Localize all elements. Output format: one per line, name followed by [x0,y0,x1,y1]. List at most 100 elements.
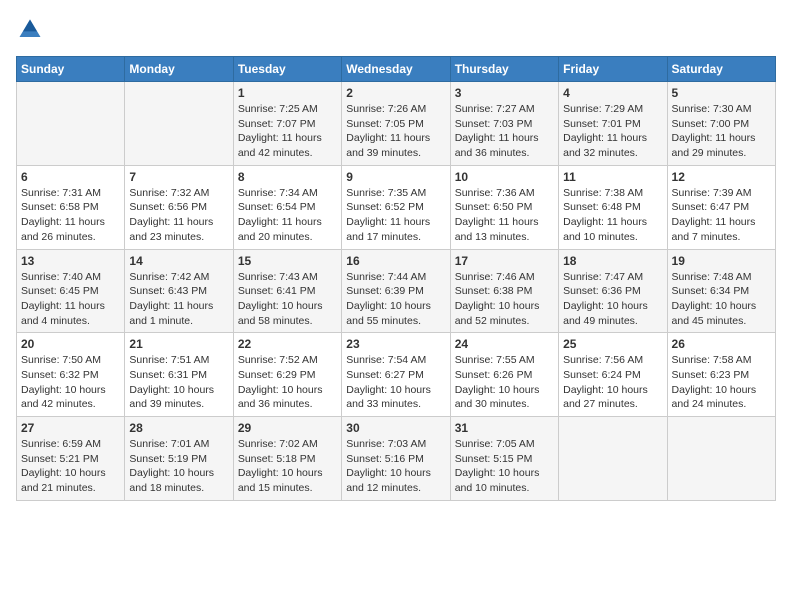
day-number: 14 [129,254,228,268]
day-number: 20 [21,337,120,351]
page-header [16,16,776,44]
day-detail: Sunrise: 7:47 AM Sunset: 6:36 PM Dayligh… [563,270,662,329]
day-detail: Sunrise: 7:48 AM Sunset: 6:34 PM Dayligh… [672,270,771,329]
col-header-friday: Friday [559,57,667,82]
col-header-sunday: Sunday [17,57,125,82]
calendar-cell: 13Sunrise: 7:40 AM Sunset: 6:45 PM Dayli… [17,249,125,333]
day-detail: Sunrise: 7:25 AM Sunset: 7:07 PM Dayligh… [238,102,337,161]
day-number: 4 [563,86,662,100]
calendar-cell: 11 Sunrise: 7:38 AM Sunset: 6:48 PM Dayli… [559,165,667,249]
calendar-cell: 22Sunrise: 7:52 AM Sunset: 6:29 PM Dayli… [233,333,341,417]
day-detail: Sunrise: 7:26 AM Sunset: 7:05 PM Dayligh… [346,102,445,161]
calendar-cell: 5 Sunrise: 7:30 AM Sunset: 7:00 PM Daylig… [667,82,775,166]
day-number: 8 [238,170,337,184]
day-detail: Sunrise: 7:36 AM Sunset: 6:50 PM Dayligh… [455,186,554,245]
day-detail: Sunrise: 7:39 AM Sunset: 6:47 PM Dayligh… [672,186,771,245]
logo-icon [16,16,44,44]
calendar-cell: 19 Sunrise: 7:48 AM Sunset: 6:34 PM Dayli… [667,249,775,333]
day-number: 16 [346,254,445,268]
day-number: 23 [346,337,445,351]
calendar-cell: 30Sunrise: 7:03 AM Sunset: 5:16 PM Dayli… [342,417,450,501]
day-number: 1 [238,86,337,100]
day-detail: Sunrise: 7:03 AM Sunset: 5:16 PM Dayligh… [346,437,445,496]
calendar-cell: 15 Sunrise: 7:43 AM Sunset: 6:41 PM Dayli… [233,249,341,333]
day-number: 6 [21,170,120,184]
col-header-thursday: Thursday [450,57,558,82]
calendar-cell [667,417,775,501]
day-number: 26 [672,337,771,351]
calendar-cell: 6 Sunrise: 7:31 AM Sunset: 6:58 PM Daylig… [17,165,125,249]
calendar-cell: 29 Sunrise: 7:02 AM Sunset: 5:18 PM Dayli… [233,417,341,501]
day-detail: Sunrise: 7:35 AM Sunset: 6:52 PM Dayligh… [346,186,445,245]
day-number: 9 [346,170,445,184]
calendar-cell: 21Sunrise: 7:51 AM Sunset: 6:31 PM Dayli… [125,333,233,417]
calendar-cell: 25Sunrise: 7:56 AM Sunset: 6:24 PM Dayli… [559,333,667,417]
day-detail: Sunrise: 7:58 AM Sunset: 6:23 PM Dayligh… [672,353,771,412]
calendar-cell [559,417,667,501]
calendar-cell: 26 Sunrise: 7:58 AM Sunset: 6:23 PM Dayli… [667,333,775,417]
day-detail: Sunrise: 7:05 AM Sunset: 5:15 PM Dayligh… [455,437,554,496]
day-detail: Sunrise: 7:43 AM Sunset: 6:41 PM Dayligh… [238,270,337,329]
day-detail: Sunrise: 7:31 AM Sunset: 6:58 PM Dayligh… [21,186,120,245]
day-detail: Sunrise: 7:55 AM Sunset: 6:26 PM Dayligh… [455,353,554,412]
day-number: 11 [563,170,662,184]
calendar-cell: 1 Sunrise: 7:25 AM Sunset: 7:07 PM Daylig… [233,82,341,166]
calendar-cell: 27 Sunrise: 6:59 AM Sunset: 5:21 PM Dayli… [17,417,125,501]
calendar-cell: 14 Sunrise: 7:42 AM Sunset: 6:43 PM Dayli… [125,249,233,333]
day-detail: Sunrise: 7:27 AM Sunset: 7:03 PM Dayligh… [455,102,554,161]
calendar-cell: 9 Sunrise: 7:35 AM Sunset: 6:52 PM Daylig… [342,165,450,249]
day-number: 22 [238,337,337,351]
calendar-cell [17,82,125,166]
calendar-cell: 24 Sunrise: 7:55 AM Sunset: 6:26 PM Dayli… [450,333,558,417]
day-number: 13 [21,254,120,268]
day-number: 27 [21,421,120,435]
calendar-cell: 16 Sunrise: 7:44 AM Sunset: 6:39 PM Dayli… [342,249,450,333]
logo [16,16,48,44]
calendar-cell: 20 Sunrise: 7:50 AM Sunset: 6:32 PM Dayli… [17,333,125,417]
day-detail: Sunrise: 7:02 AM Sunset: 5:18 PM Dayligh… [238,437,337,496]
col-header-tuesday: Tuesday [233,57,341,82]
day-number: 7 [129,170,228,184]
day-number: 19 [672,254,771,268]
calendar-cell: 28 Sunrise: 7:01 AM Sunset: 5:19 PM Dayli… [125,417,233,501]
calendar-cell: 12 Sunrise: 7:39 AM Sunset: 6:47 PM Dayli… [667,165,775,249]
calendar-cell: 31 Sunrise: 7:05 AM Sunset: 5:15 PM Dayli… [450,417,558,501]
col-header-wednesday: Wednesday [342,57,450,82]
day-number: 18 [563,254,662,268]
calendar-table: SundayMondayTuesdayWednesdayThursdayFrid… [16,56,776,501]
day-detail: Sunrise: 7:46 AM Sunset: 6:38 PM Dayligh… [455,270,554,329]
day-detail: Sunrise: 7:50 AM Sunset: 6:32 PM Dayligh… [21,353,120,412]
calendar-cell: 3Sunrise: 7:27 AM Sunset: 7:03 PM Daylig… [450,82,558,166]
calendar-cell: 7 Sunrise: 7:32 AM Sunset: 6:56 PM Daylig… [125,165,233,249]
calendar-cell: 4 Sunrise: 7:29 AM Sunset: 7:01 PM Daylig… [559,82,667,166]
day-detail: Sunrise: 7:01 AM Sunset: 5:19 PM Dayligh… [129,437,228,496]
day-number: 31 [455,421,554,435]
day-number: 5 [672,86,771,100]
calendar-cell: 18 Sunrise: 7:47 AM Sunset: 6:36 PM Dayli… [559,249,667,333]
calendar-cell: 23 Sunrise: 7:54 AM Sunset: 6:27 PM Dayli… [342,333,450,417]
calendar-cell: 10 Sunrise: 7:36 AM Sunset: 6:50 PM Dayli… [450,165,558,249]
day-number: 17 [455,254,554,268]
day-detail: Sunrise: 7:32 AM Sunset: 6:56 PM Dayligh… [129,186,228,245]
day-detail: Sunrise: 7:42 AM Sunset: 6:43 PM Dayligh… [129,270,228,329]
day-number: 25 [563,337,662,351]
calendar-cell: 8 Sunrise: 7:34 AM Sunset: 6:54 PM Daylig… [233,165,341,249]
col-header-monday: Monday [125,57,233,82]
calendar-cell: 2 Sunrise: 7:26 AM Sunset: 7:05 PM Daylig… [342,82,450,166]
day-detail: Sunrise: 7:34 AM Sunset: 6:54 PM Dayligh… [238,186,337,245]
day-number: 15 [238,254,337,268]
day-detail: Sunrise: 6:59 AM Sunset: 5:21 PM Dayligh… [21,437,120,496]
day-number: 29 [238,421,337,435]
day-detail: Sunrise: 7:44 AM Sunset: 6:39 PM Dayligh… [346,270,445,329]
day-detail: Sunrise: 7:29 AM Sunset: 7:01 PM Dayligh… [563,102,662,161]
day-number: 2 [346,86,445,100]
day-number: 28 [129,421,228,435]
day-detail: Sunrise: 7:30 AM Sunset: 7:00 PM Dayligh… [672,102,771,161]
day-number: 24 [455,337,554,351]
col-header-saturday: Saturday [667,57,775,82]
calendar-cell [125,82,233,166]
day-detail: Sunrise: 7:38 AM Sunset: 6:48 PM Dayligh… [563,186,662,245]
day-number: 12 [672,170,771,184]
day-number: 10 [455,170,554,184]
day-detail: Sunrise: 7:54 AM Sunset: 6:27 PM Dayligh… [346,353,445,412]
